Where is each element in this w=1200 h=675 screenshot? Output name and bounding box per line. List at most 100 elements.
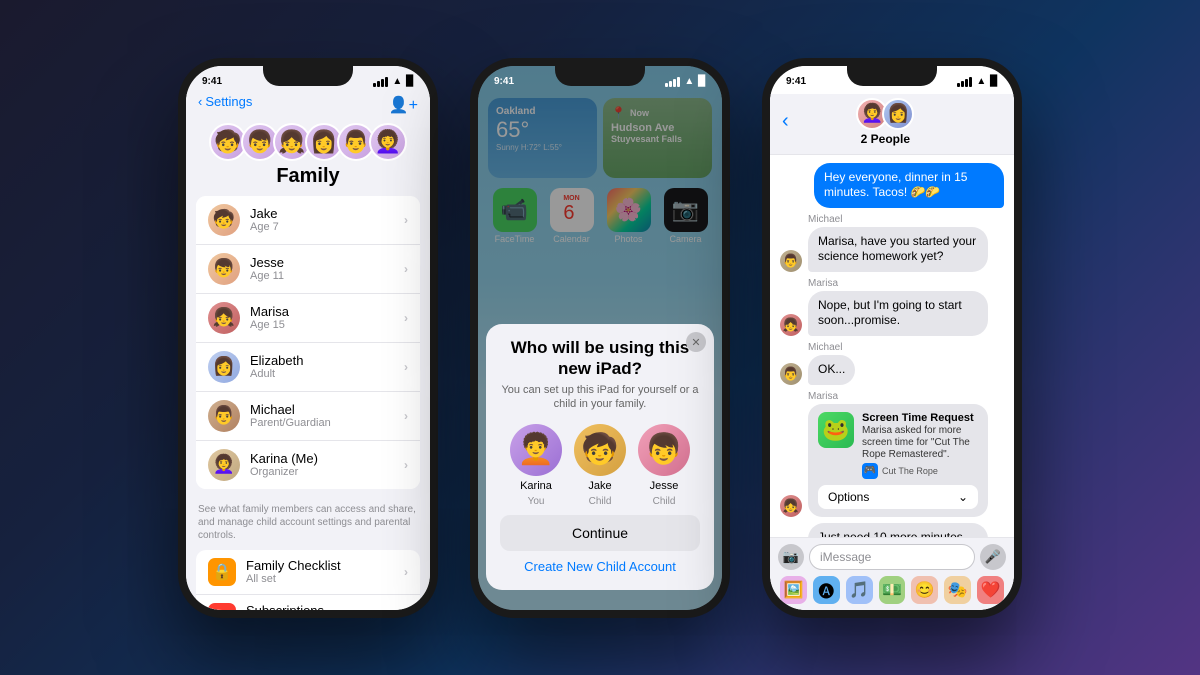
drawer-apps-icon[interactable]: 🅐	[813, 576, 840, 604]
drawer-sticker-icon[interactable]: 🎭	[944, 576, 971, 604]
messages-group-info: 👩‍🦱 👩 2 People	[856, 98, 914, 146]
checklist-role: All set	[246, 573, 404, 585]
game-icon: 🐸	[818, 412, 854, 448]
modal-person-jesse[interactable]: 👦 Jesse Child	[638, 424, 690, 507]
wifi-icon-3: ▲	[976, 76, 986, 87]
karina-name: Karina (Me)	[250, 451, 404, 466]
group-name: 2 People	[861, 132, 910, 146]
drawer-cash-icon[interactable]: 💵	[879, 576, 906, 604]
michael-sender-label-2: Michael	[808, 342, 855, 353]
stc-desc: Marisa asked for more screen time for "C…	[862, 425, 978, 461]
jake-modal-role: Child	[589, 496, 612, 507]
list-item-elizabeth[interactable]: 👩 Elizabeth Adult ›	[196, 343, 420, 392]
michael-avatar-msg-2: 👨	[780, 363, 802, 385]
modal-subtitle: You can set up this iPad for yourself or…	[500, 383, 700, 412]
jesse-text: Jesse Age 11	[250, 255, 404, 282]
msg-bubble-group-marisa-2: Just need 10 more minutes pleeeease 🙏🙏🙏	[808, 523, 988, 537]
wifi-icon: ▲	[392, 76, 402, 87]
msg-bubble-sent-1: Hey everyone, dinner in 15 minutes. Taco…	[814, 163, 1004, 208]
marisa-sender-label-1: Marisa	[808, 278, 988, 289]
list-item-jesse[interactable]: 👦 Jesse Age 11 ›	[196, 245, 420, 294]
checklist-icon: 🔒	[208, 558, 236, 586]
messages-input-bar: 📷 iMessage 🎤 🖼️ 🅐 🎵 💵 😊 🎭 ❤️	[770, 537, 1014, 610]
phone2-screen: 9:41 ▲ ▉ Oakland 65° Sunny H:72° L:55°	[478, 66, 722, 610]
jake-text: Jake Age 7	[250, 206, 404, 233]
status-icons-3: ▲ ▉	[957, 76, 998, 87]
status-icons-2: ▲ ▉	[665, 76, 706, 87]
marisa-avatar-msg-2: 👧	[780, 495, 802, 517]
elizabeth-chevron: ›	[404, 360, 408, 374]
person-add-icon[interactable]: 👤+	[389, 95, 418, 115]
subscriptions-icon: ♥	[208, 603, 236, 610]
marisa-role: Age 15	[250, 319, 404, 331]
battery-icon: ▉	[406, 76, 414, 87]
marisa-sender-label-2: Marisa	[808, 391, 988, 402]
mic-icon[interactable]: 🎤	[980, 544, 1006, 570]
jesse-name: Jesse	[250, 255, 404, 270]
drawer-photos-icon[interactable]: 🖼️	[780, 576, 807, 604]
karina-text: Karina (Me) Organizer	[250, 451, 404, 478]
phone-family-settings: 9:41 ▲ ▉ ‹ Settings 👤+	[178, 58, 438, 618]
options-button[interactable]: Options ⌄	[818, 485, 978, 509]
modal-people: 🧑‍🦱 Karina You 🧒 Jake Child 👦 Jesse Chil…	[500, 424, 700, 507]
michael-text: Michael Parent/Guardian	[250, 402, 404, 429]
jesse-modal-role: Child	[653, 496, 676, 507]
elizabeth-text: Elizabeth Adult	[250, 353, 404, 380]
notch	[263, 66, 353, 86]
subscriptions-item[interactable]: ♥ Subscriptions 3 subscriptions ›	[196, 595, 420, 610]
list-item-karina[interactable]: 👩‍🦱 Karina (Me) Organizer ›	[196, 441, 420, 489]
msg-row-screen-time: 👧 Marisa 🐸 Screen Time Request Marisa as…	[780, 391, 1004, 517]
message-input[interactable]: iMessage	[809, 544, 975, 570]
family-members-list: 🧒 Jake Age 7 › 👦 Jesse Age 11 › 👧 Marisa	[196, 196, 420, 489]
group-avatar-2: 👩	[882, 98, 914, 130]
jesse-modal-avatar: 👦	[638, 424, 690, 476]
checklist-chevron: ›	[404, 565, 408, 579]
stc-app-row: 🎮 Cut The Rope	[862, 463, 978, 479]
modal-person-karina[interactable]: 🧑‍🦱 Karina You	[510, 424, 562, 507]
create-child-link[interactable]: Create New Child Account	[500, 559, 700, 574]
michael-role: Parent/Guardian	[250, 417, 404, 429]
options-chevron: ⌄	[958, 490, 968, 504]
msg-bubble-group-sent-1: Hey everyone, dinner in 15 minutes. Taco…	[814, 163, 1004, 208]
messages-body[interactable]: Hey everyone, dinner in 15 minutes. Taco…	[770, 155, 1014, 537]
drawer-music-icon[interactable]: 🎵	[846, 576, 873, 604]
battery-icon-3: ▉	[990, 76, 998, 87]
michael-name: Michael	[250, 402, 404, 417]
karina-avatar: 👩‍🦱	[208, 449, 240, 481]
family-checklist-item[interactable]: 🔒 Family Checklist All set ›	[196, 550, 420, 595]
msg-bubble-marisa-2: Just need 10 more minutes pleeeease 🙏🙏🙏	[808, 523, 988, 537]
drawer-heart-icon[interactable]: ❤️	[977, 576, 1004, 604]
list-item-michael[interactable]: 👨 Michael Parent/Guardian ›	[196, 392, 420, 441]
michael-avatar-msg: 👨	[780, 250, 802, 272]
stc-title: Screen Time Request	[862, 412, 978, 424]
status-time-1: 9:41	[202, 76, 222, 87]
screen-time-card[interactable]: 🐸 Screen Time Request Marisa asked for m…	[808, 404, 988, 517]
messages-back-button[interactable]: ‹	[782, 110, 789, 133]
jake-name: Jake	[250, 206, 404, 221]
modal-title: Who will be using this new iPad?	[500, 338, 700, 379]
signal-icon	[373, 77, 388, 87]
drawer-animoji-icon[interactable]: 😊	[911, 576, 938, 604]
notch-2	[555, 66, 645, 86]
phone1-header: ‹ Settings 👤+	[186, 94, 430, 123]
jake-modal-avatar: 🧒	[574, 424, 626, 476]
jake-chevron: ›	[404, 213, 408, 227]
modal-close-button[interactable]: ✕	[686, 332, 706, 352]
jake-modal-name: Jake	[588, 480, 611, 492]
marisa-text: Marisa Age 15	[250, 304, 404, 331]
list-item-marisa[interactable]: 👧 Marisa Age 15 ›	[196, 294, 420, 343]
jesse-modal-name: Jesse	[650, 480, 679, 492]
marisa-chevron: ›	[404, 311, 408, 325]
phone1-screen: 9:41 ▲ ▉ ‹ Settings 👤+	[186, 66, 430, 610]
back-chevron: ‹	[198, 94, 202, 109]
modal-overlay: ✕ Who will be using this new iPad? You c…	[478, 66, 722, 610]
subscriptions-name: Subscriptions	[246, 603, 404, 610]
options-label: Options	[828, 490, 869, 504]
modal-person-jake[interactable]: 🧒 Jake Child	[574, 424, 626, 507]
msg-row-sent-1: Hey everyone, dinner in 15 minutes. Taco…	[780, 163, 1004, 208]
stc-app-name: Cut The Rope	[882, 466, 938, 476]
elizabeth-role: Adult	[250, 368, 404, 380]
list-item-jake[interactable]: 🧒 Jake Age 7 ›	[196, 196, 420, 245]
camera-input-icon[interactable]: 📷	[778, 544, 804, 570]
continue-button[interactable]: Continue	[500, 515, 700, 551]
